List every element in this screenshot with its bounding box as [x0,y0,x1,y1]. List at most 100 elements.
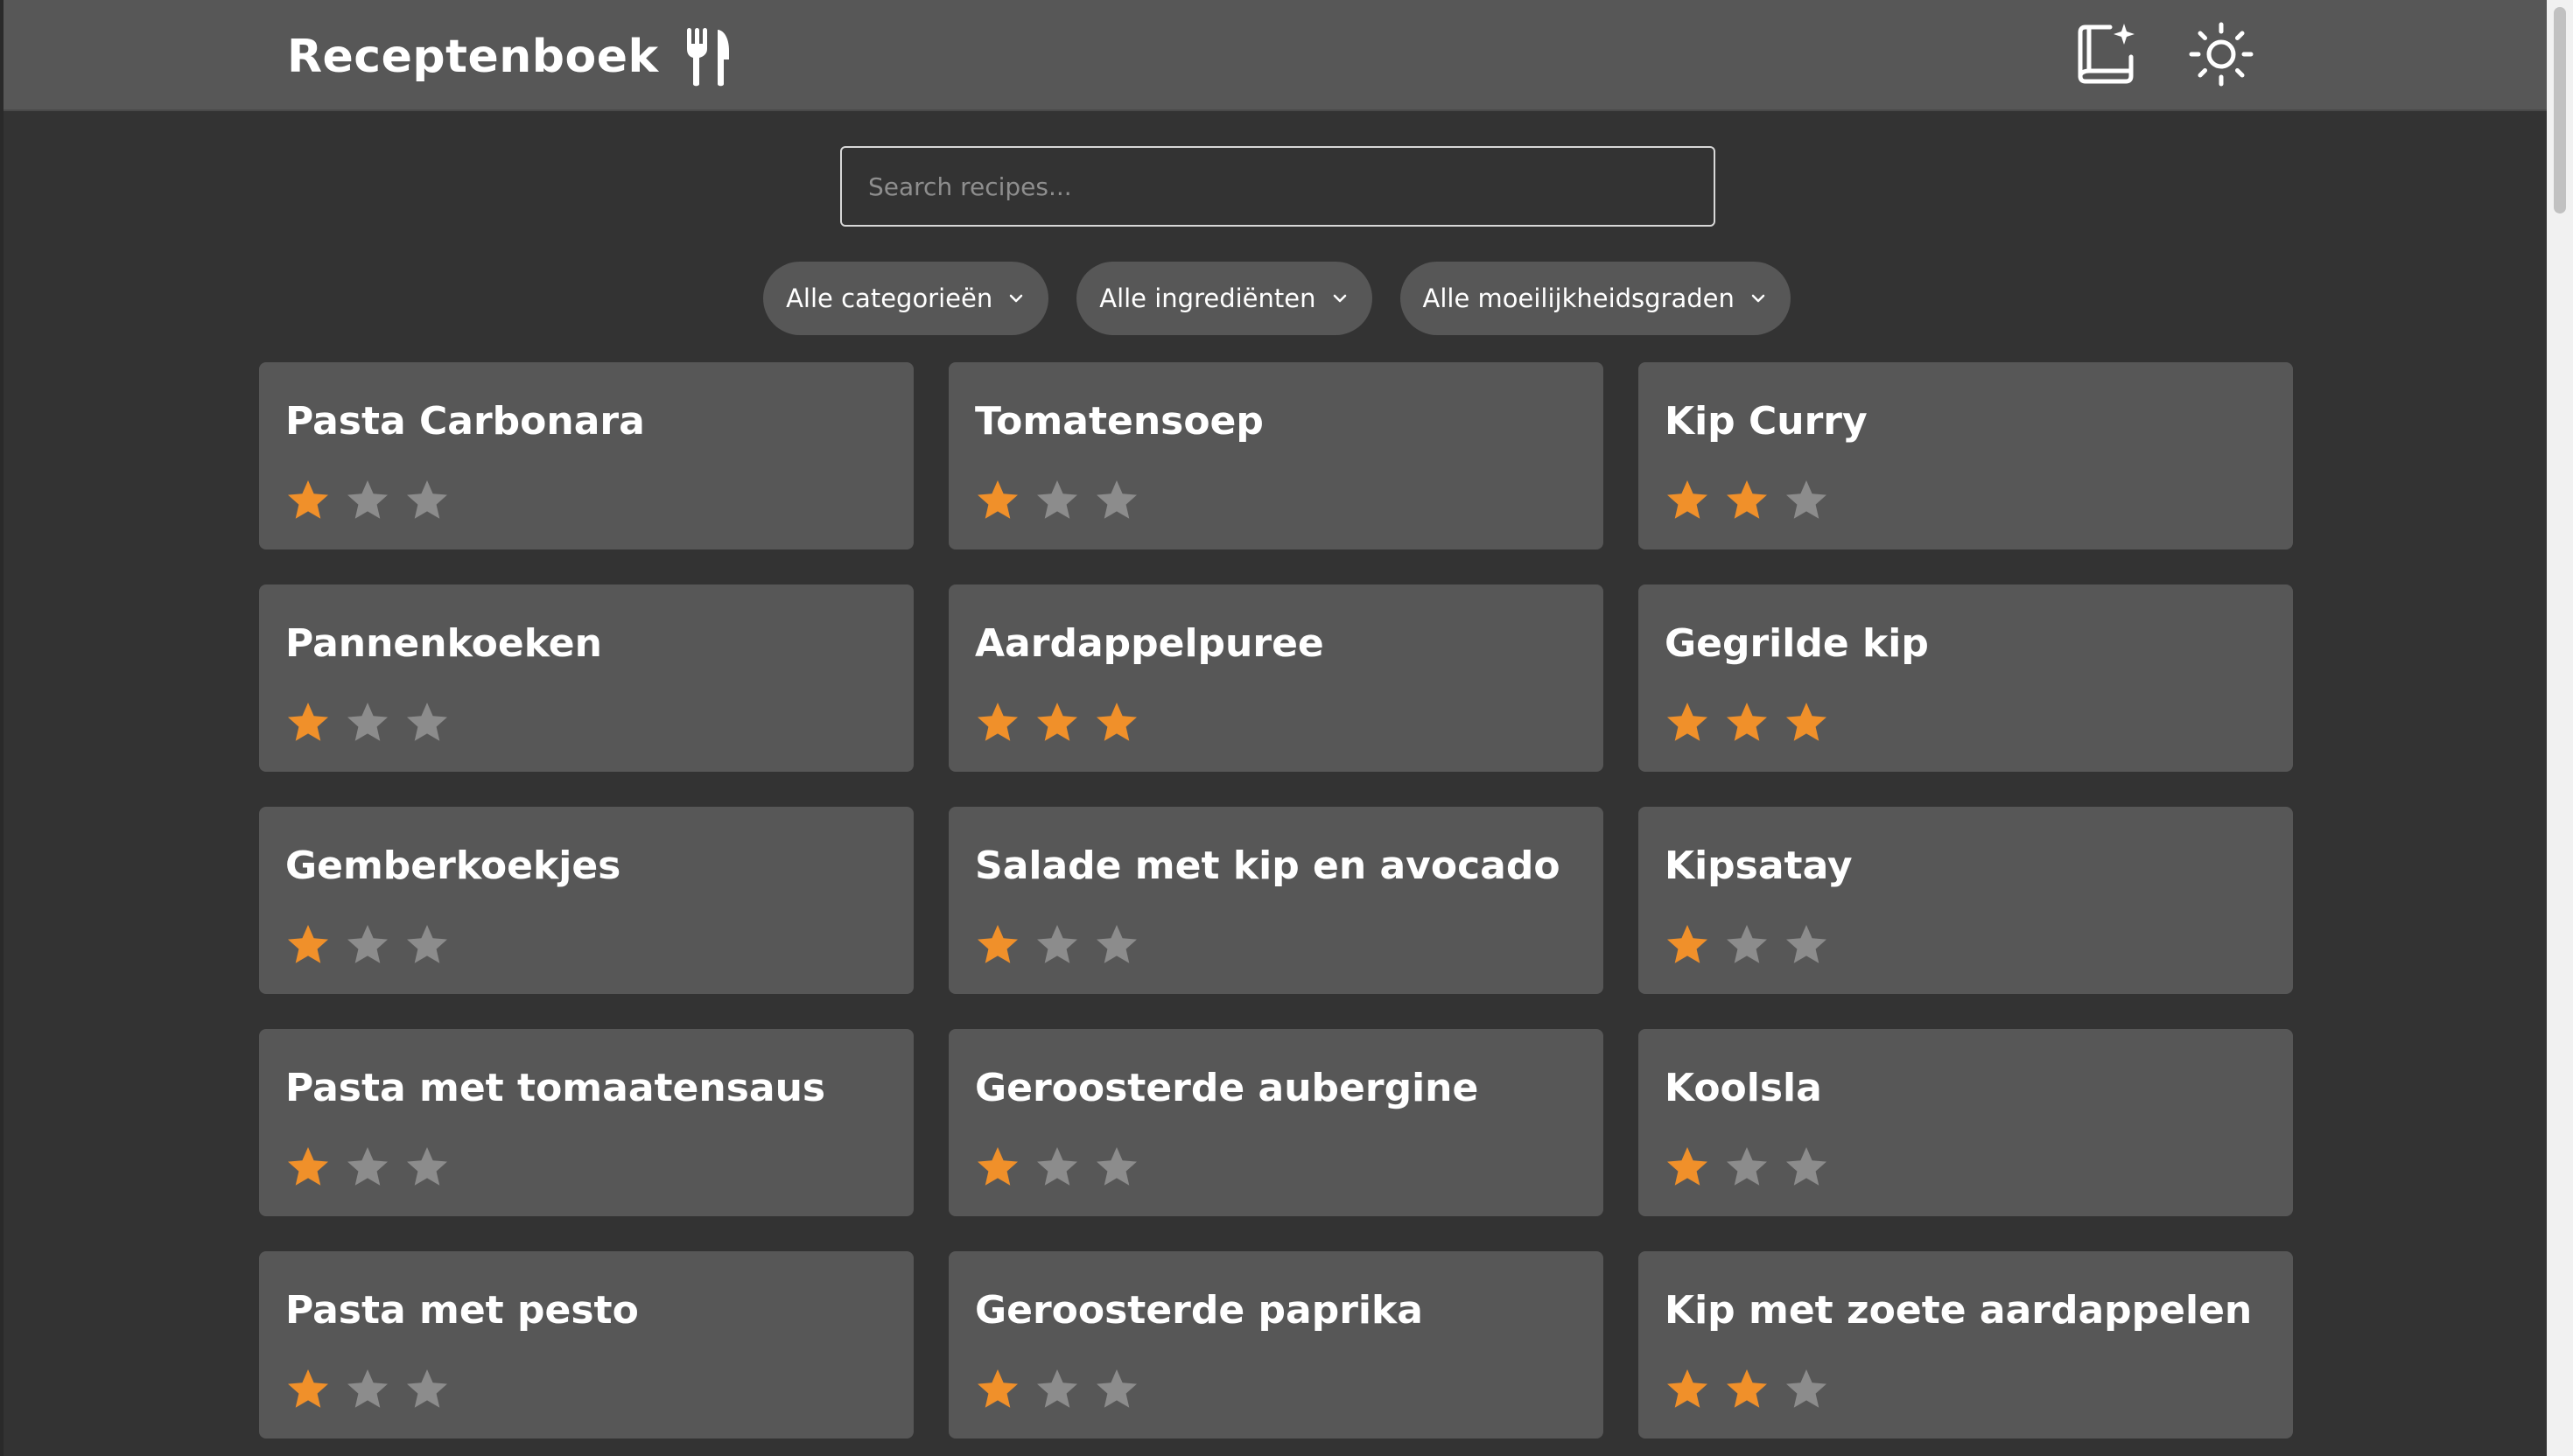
difficulty-rating [285,922,887,968]
recipe-card[interactable]: Pasta met tomaatensaus [259,1029,914,1216]
star-filled-icon [1727,480,1767,519]
recipe-card[interactable]: Aardappelpuree [949,584,1603,772]
recipe-title: Salade met kip en avocado [975,844,1560,888]
difficulty-rating [1665,1367,2267,1412]
recipe-title: Pannenkoeken [285,621,602,666]
recipe-title: Geroosterde aubergine [975,1066,1479,1110]
star-filled-icon [1097,703,1137,741]
difficulty-rating [1665,1144,2267,1190]
recipe-card[interactable]: Geroosterde paprika [949,1251,1603,1438]
recipe-card[interactable]: Geroosterde aubergine [949,1029,1603,1216]
star-filled-icon [288,480,328,519]
recipe-card[interactable]: Gegrilde kip [1638,584,2293,772]
difficulty-rating [1665,478,2267,523]
star-filled-icon [978,925,1018,963]
star-empty-icon [347,480,388,519]
star-filled-icon [288,925,328,963]
difficulty-rating [285,700,887,746]
recipe-title: Gemberkoekjes [285,844,621,888]
star-empty-icon [1037,1369,1077,1408]
ingredient-filter[interactable]: Alle ingrediënten [1076,262,1372,335]
star-empty-icon [407,1369,447,1408]
chevron-down-icon [1751,294,1765,303]
recipe-card[interactable]: Pasta Carbonara [259,362,914,550]
star-filled-icon [978,703,1018,741]
theme-toggle-button[interactable] [2188,21,2254,91]
difficulty-rating [975,478,1577,523]
recipe-card[interactable]: Kipsatay [1638,807,2293,994]
chevron-down-icon [1009,294,1023,303]
recipe-card[interactable]: Tomatensoep [949,362,1603,550]
recipe-title: Geroosterde paprika [975,1288,1423,1333]
new-recipe-button[interactable] [2072,23,2139,89]
search-input[interactable] [840,146,1715,227]
recipe-card[interactable]: Koolsla [1638,1029,2293,1216]
star-filled-icon [288,1369,328,1408]
app-window: Receptenboek Search recipes... Alle cate… [0,0,2550,1456]
recipe-grid: Pasta Carbonara Tomatensoep Kip Curry Panne… [259,362,2293,1438]
recipe-title: Gegrilde kip [1665,621,1929,666]
ingredient-filter-label: Alle ingrediënten [1099,284,1316,313]
recipe-title: Tomatensoep [975,399,1264,444]
difficulty-rating [975,1367,1577,1412]
recipe-card[interactable]: Pasta met pesto [259,1251,914,1438]
star-empty-icon [407,480,447,519]
difficulty-rating [975,922,1577,968]
recipe-card[interactable]: Gemberkoekjes [259,807,914,994]
difficulty-rating [285,1144,887,1190]
scrollbar-thumb[interactable] [2554,7,2566,214]
star-filled-icon [288,703,328,741]
recipe-card[interactable]: Salade met kip en avocado [949,807,1603,994]
recipe-title: Kip Curry [1665,399,1868,444]
star-empty-icon [1786,1147,1826,1186]
recipe-title: Pasta met tomaatensaus [285,1066,826,1110]
star-filled-icon [1786,703,1826,741]
star-filled-icon [1667,1147,1707,1186]
recipe-card[interactable]: Kip Curry [1638,362,2293,550]
star-empty-icon [347,1369,388,1408]
star-empty-icon [1097,1369,1137,1408]
recipe-card[interactable]: Kip met zoete aardappelen [1638,1251,2293,1438]
recipe-title: Pasta Carbonara [285,399,645,444]
star-filled-icon [1667,925,1707,963]
top-bar: Receptenboek [4,0,2550,111]
filter-bar: Alle categorieën Alle ingrediënten Alle … [4,262,2550,335]
recipe-title: Kip met zoete aardappelen [1665,1288,2253,1333]
difficulty-filter-label: Alle moeilijkheidsgraden [1422,284,1735,313]
star-filled-icon [1727,703,1767,741]
difficulty-rating [1665,700,2267,746]
star-filled-icon [1037,703,1077,741]
star-filled-icon [288,1147,328,1186]
star-filled-icon [1667,1369,1707,1408]
star-empty-icon [347,925,388,963]
scrollbar[interactable] [2547,0,2573,1456]
category-filter[interactable]: Alle categorieën [763,262,1049,335]
difficulty-filter[interactable]: Alle moeilijkheidsgraden [1399,262,1791,335]
star-empty-icon [407,1147,447,1186]
difficulty-rating [975,1144,1577,1190]
recipe-title: Aardappelpuree [975,621,1324,666]
brand[interactable]: Receptenboek [287,24,733,89]
star-empty-icon [407,925,447,963]
recipe-card[interactable]: Pannenkoeken [259,584,914,772]
sun-icon [2188,21,2254,91]
difficulty-rating [975,700,1577,746]
difficulty-rating [285,478,887,523]
star-filled-icon [978,1369,1018,1408]
star-empty-icon [1727,925,1767,963]
star-filled-icon [978,480,1018,519]
fork-knife-icon [685,26,733,88]
star-empty-icon [1097,1147,1137,1186]
recipe-title: Koolsla [1665,1066,1822,1110]
star-empty-icon [1037,1147,1077,1186]
star-empty-icon [1037,480,1077,519]
star-empty-icon [1097,925,1137,963]
recipe-title: Kipsatay [1665,844,1853,888]
star-empty-icon [1786,1369,1826,1408]
star-empty-icon [1786,480,1826,519]
star-filled-icon [1667,480,1707,519]
star-empty-icon [1097,480,1137,519]
star-empty-icon [1037,925,1077,963]
star-empty-icon [1786,925,1826,963]
star-empty-icon [1727,1147,1767,1186]
